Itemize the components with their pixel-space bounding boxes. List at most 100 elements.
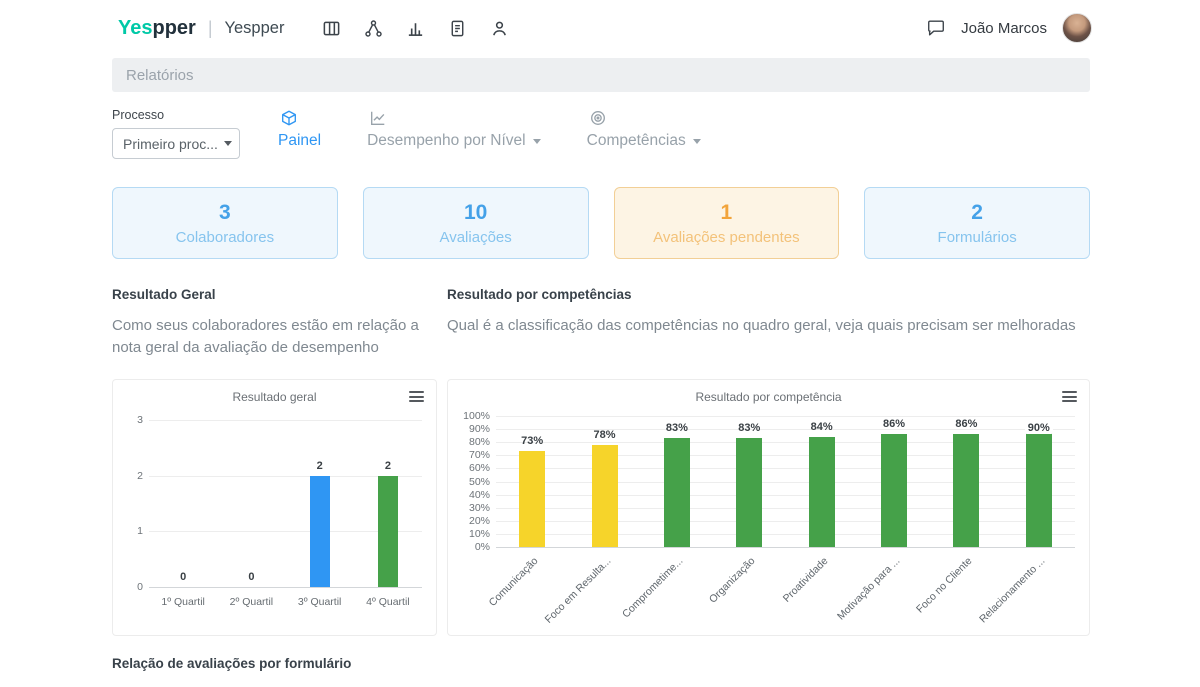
chart-menu-icon[interactable]: [1062, 391, 1077, 405]
y-axis-tick: 70%: [452, 449, 490, 461]
bar: [310, 476, 330, 587]
bar-value-label: 83%: [655, 422, 699, 434]
bar: [809, 437, 835, 547]
chart-title: Resultado geral: [113, 390, 436, 404]
x-axis-category-label: Comprometime...: [599, 555, 685, 641]
charts-row: Resultado Geral Como seus colaboradores …: [112, 287, 1090, 636]
chat-bubble-icon[interactable]: [926, 18, 946, 38]
bar-chart-icon[interactable]: [406, 19, 425, 38]
y-axis-tick: 60%: [452, 462, 490, 474]
gridline: [496, 455, 1075, 456]
y-axis-tick: 2: [105, 470, 143, 482]
stat-card-colaboradores: 3 Colaboradores: [112, 187, 338, 259]
stat-value: 10: [464, 201, 487, 225]
gridline: [496, 534, 1075, 535]
page: Yespper | Yespper João M: [0, 0, 1200, 687]
gridline: [149, 420, 422, 421]
document-icon[interactable]: [448, 19, 467, 38]
bar: [664, 438, 690, 547]
line-chart-icon: [369, 109, 387, 127]
view-tabs: Painel Desempenho por Nível Competências: [278, 109, 701, 150]
gridline: [496, 442, 1075, 443]
section-title: Relação de avaliações por formulário: [112, 656, 1090, 671]
bar-value-label: 0: [161, 571, 205, 583]
x-axis-category-label: Motivação para ...: [816, 555, 902, 641]
chevron-down-icon: [533, 139, 541, 144]
y-axis-tick: 100%: [452, 410, 490, 422]
user-icon[interactable]: [490, 19, 509, 38]
tab-painel[interactable]: Painel: [278, 109, 321, 150]
bar-value-label: 78%: [583, 429, 627, 441]
breadcrumb-label: Relatórios: [126, 67, 194, 84]
gridline: [496, 495, 1075, 496]
process-select[interactable]: Primeiro proc...: [112, 128, 240, 159]
tab-label: Competências: [587, 132, 686, 150]
x-axis-category-label: Foco em Resulta...: [527, 555, 613, 641]
y-axis-tick: 50%: [452, 476, 490, 488]
section-title: Resultado por competências: [447, 287, 1090, 302]
bar: [881, 434, 907, 547]
chevron-down-icon: [224, 141, 232, 146]
y-axis-tick: 10%: [452, 528, 490, 540]
chart-menu-icon[interactable]: [409, 391, 424, 405]
bar-value-label: 90%: [1025, 422, 1053, 434]
x-axis-line: [496, 547, 1075, 548]
x-axis-category-label: Organização: [672, 555, 758, 641]
x-axis-category-label: 4º Quartil: [354, 596, 422, 608]
bar: [953, 434, 979, 547]
stat-value: 3: [219, 201, 231, 225]
stat-value: 1: [721, 201, 733, 225]
user-name[interactable]: João Marcos: [961, 20, 1047, 37]
main-content: Processo Primeiro proc... Painel: [0, 92, 1200, 687]
x-axis-category-label: 1º Quartil: [149, 596, 217, 608]
x-axis-category-label: Foco no Cliente: [889, 555, 975, 641]
x-axis-category-label: Proatividade: [744, 555, 830, 641]
breadcrumb: Relatórios: [112, 58, 1090, 92]
top-navbar: Yespper | Yespper João M: [0, 0, 1200, 56]
section-relacao-avaliacoes-formulario: Relação de avaliações por formulário Lis…: [112, 656, 1090, 687]
section-resultado-geral: Resultado Geral Como seus colaboradores …: [112, 287, 437, 636]
stat-card-avaliacoes-pendentes: 1 Avaliações pendentes: [614, 187, 840, 259]
x-axis-category-label: 2º Quartil: [217, 596, 285, 608]
section-resultado-por-competencias: Resultado por competências Qual é a clas…: [447, 287, 1090, 636]
gridline: [496, 508, 1075, 509]
section-description: Como seus colaboradores estão em relação…: [112, 315, 437, 361]
bar-value-label: 2: [298, 460, 342, 472]
gridline: [496, 416, 1075, 417]
stat-label: Formulários: [938, 229, 1017, 246]
y-axis-tick: 0: [105, 581, 143, 593]
logo-text-secondary: pper: [152, 17, 195, 40]
x-axis-category-label: 3º Quartil: [286, 596, 354, 608]
process-filter: Processo Primeiro proc...: [112, 108, 240, 159]
user-avatar[interactable]: [1062, 13, 1092, 43]
tab-desempenho-por-nivel[interactable]: Desempenho por Nível: [367, 109, 541, 150]
navbar-right: João Marcos: [926, 13, 1092, 43]
gridline: [496, 468, 1075, 469]
app-logo[interactable]: Yespper | Yespper: [118, 17, 284, 40]
app-name: Yespper: [225, 19, 285, 38]
nav-icons: [322, 19, 509, 38]
y-axis-tick: 0%: [452, 541, 490, 553]
workflow-icon[interactable]: [364, 19, 383, 38]
bar-value-label: 84%: [800, 421, 844, 433]
process-label: Processo: [112, 108, 240, 122]
y-axis-tick: 30%: [452, 502, 490, 514]
y-axis-tick: 90%: [452, 423, 490, 435]
target-icon: [589, 109, 607, 127]
stat-label: Avaliações: [439, 229, 511, 246]
stats-row: 3 Colaboradores 10 Avaliações 1 Avaliaçõ…: [112, 187, 1090, 259]
chart-card-resultado-por-competencia: Resultado por competência 0%10%20%30%40%…: [447, 379, 1090, 636]
bar: [592, 445, 618, 547]
bar: [378, 476, 398, 587]
stat-label: Avaliações pendentes: [653, 229, 800, 246]
bar-value-label: 73%: [510, 435, 554, 447]
process-select-value: Primeiro proc...: [123, 136, 218, 152]
stat-card-formularios: 2 Formulários: [864, 187, 1090, 259]
section-description: Qual é a classificação das competências …: [447, 315, 1090, 361]
bar: [519, 451, 545, 547]
stat-label: Colaboradores: [176, 229, 274, 246]
tab-competencias[interactable]: Competências: [587, 109, 701, 150]
columns-icon[interactable]: [322, 19, 341, 38]
gridline: [496, 482, 1075, 483]
section-title: Resultado Geral: [112, 287, 437, 302]
